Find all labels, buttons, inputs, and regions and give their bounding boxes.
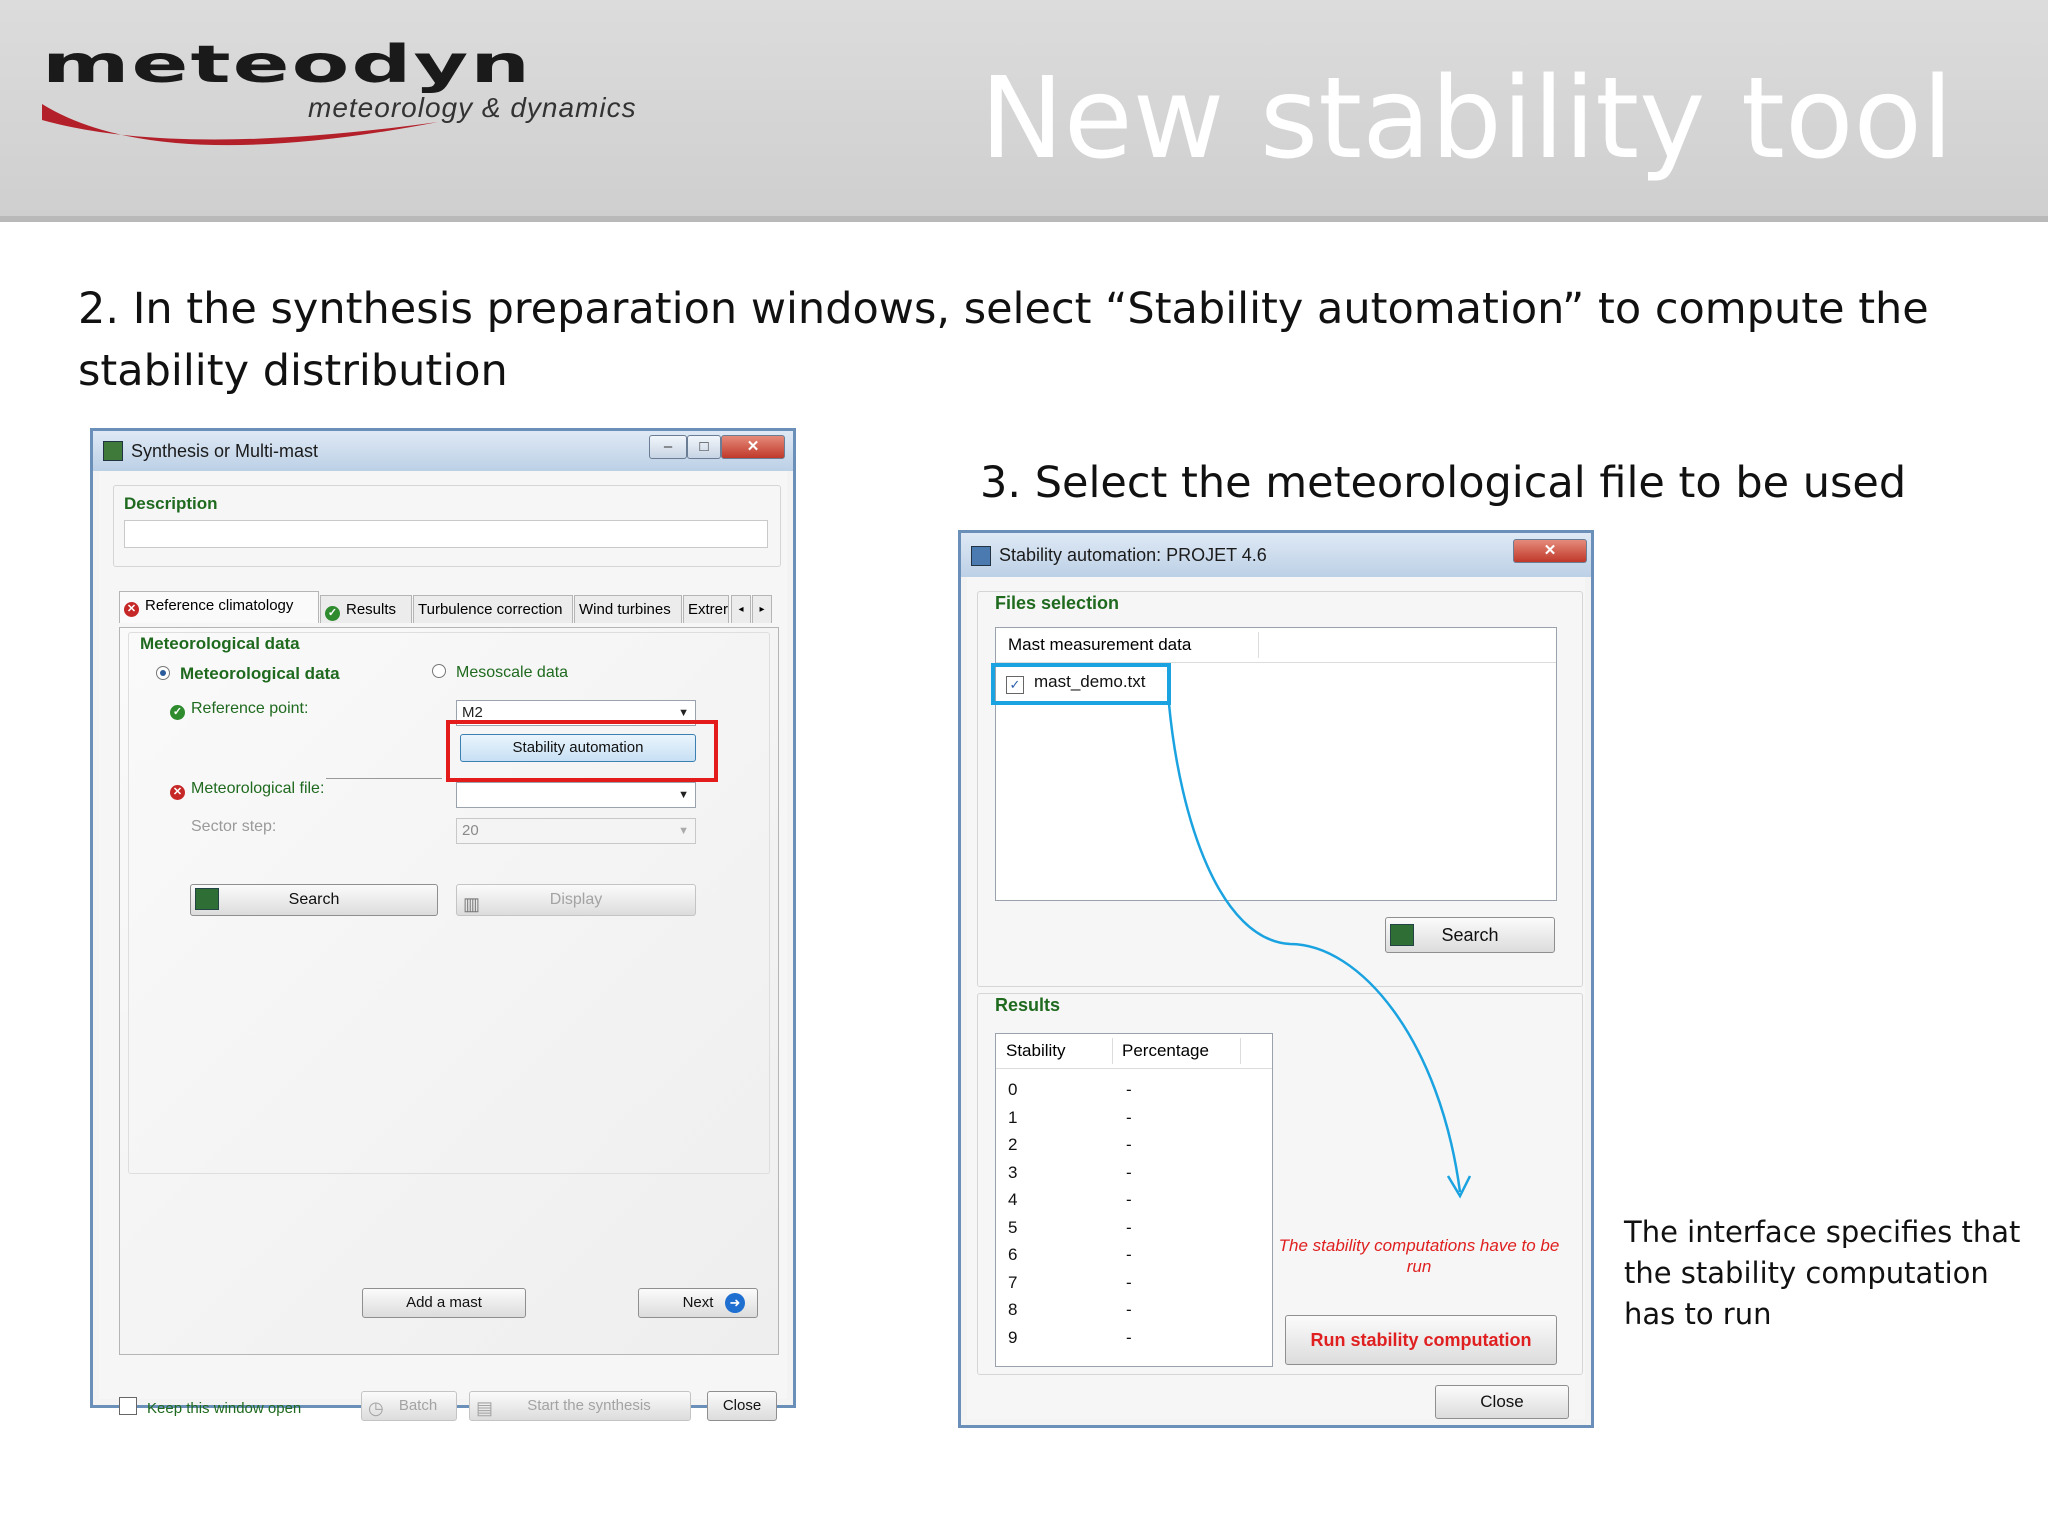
annotation-arrow: [1167, 703, 1472, 1199]
